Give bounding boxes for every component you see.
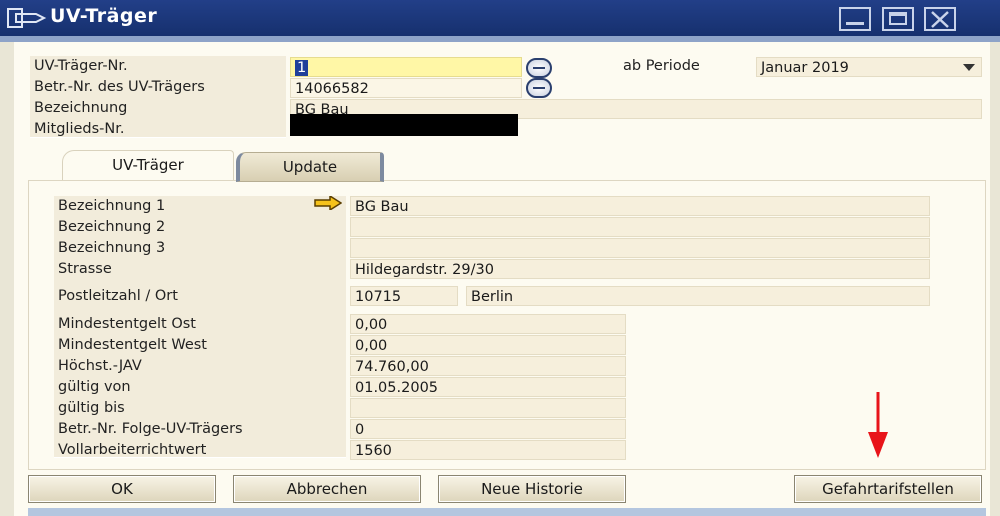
arrow-right-icon bbox=[314, 196, 342, 210]
gueltig-von-label: gültig von bbox=[58, 379, 131, 395]
mitglieds-redacted-field bbox=[290, 114, 518, 136]
tab-uv-traeger[interactable]: UV-Träger bbox=[62, 150, 234, 180]
ok-button[interactable]: OK bbox=[28, 475, 216, 503]
min-ost-label: Mindestentgelt Ost bbox=[58, 316, 196, 332]
window-title: UV-Träger bbox=[50, 5, 158, 27]
mitglieds-label: Mitglieds-Nr. bbox=[34, 121, 125, 137]
minimize-button[interactable] bbox=[839, 7, 871, 31]
window-app-icon bbox=[7, 8, 47, 28]
close-icon bbox=[931, 11, 949, 28]
uv-nr-label: UV-Träger-Nr. bbox=[34, 58, 128, 74]
vollarb-field[interactable]: 1560 bbox=[350, 440, 626, 460]
jav-field[interactable]: 74.760,00 bbox=[350, 356, 626, 376]
min-west-label: Mindestentgelt West bbox=[58, 337, 207, 353]
folge-label: Betr.-Nr. Folge-UV-Trägers bbox=[58, 421, 243, 437]
tab-update[interactable]: Update bbox=[236, 152, 384, 182]
min-ost-field[interactable]: 0,00 bbox=[350, 314, 626, 334]
ort-field[interactable]: Berlin bbox=[466, 286, 930, 306]
periode-select[interactable]: Januar 2019 bbox=[756, 57, 982, 77]
gueltig-bis-field[interactable] bbox=[350, 398, 626, 418]
red-arrow-annotation bbox=[868, 392, 888, 458]
gefahrtarifstellen-button[interactable]: Gefahrtarifstellen bbox=[794, 475, 982, 503]
close-button[interactable] bbox=[924, 7, 956, 31]
new-history-button[interactable]: Neue Historie bbox=[438, 475, 626, 503]
bez2-label: Bezeichnung 2 bbox=[58, 219, 166, 235]
bez1-label: Bezeichnung 1 bbox=[58, 198, 166, 214]
betr-nr-field[interactable]: 14066582 bbox=[290, 78, 522, 98]
title-strip bbox=[0, 36, 1000, 42]
window-frame-left bbox=[0, 42, 14, 516]
min-west-field[interactable]: 0,00 bbox=[350, 335, 626, 355]
plz-label: Postleitzahl / Ort bbox=[58, 288, 178, 304]
maximize-button[interactable] bbox=[882, 7, 914, 31]
status-bar bbox=[28, 508, 986, 516]
title-bar: UV-Träger bbox=[0, 0, 1000, 36]
cancel-button[interactable]: Abbrechen bbox=[233, 475, 421, 503]
plz-field[interactable]: 10715 bbox=[350, 286, 458, 306]
chevron-down-icon bbox=[963, 64, 975, 71]
folge-field[interactable]: 0 bbox=[350, 419, 626, 439]
bez3-label: Bezeichnung 3 bbox=[58, 240, 166, 256]
betr-nr-label: Betr.-Nr. des UV-Trägers bbox=[34, 79, 205, 95]
vollarb-label: Vollarbeiterrichtwert bbox=[58, 442, 207, 458]
uv-nr-lookup-button[interactable] bbox=[526, 58, 552, 78]
betr-nr-lookup-button[interactable] bbox=[526, 78, 552, 98]
gueltig-bis-label: gültig bis bbox=[58, 400, 125, 416]
jav-label: Höchst.-JAV bbox=[58, 358, 142, 374]
periode-label: ab Periode bbox=[623, 58, 700, 74]
bezeichnung-label: Bezeichnung bbox=[34, 100, 128, 116]
window-frame-right bbox=[990, 42, 1000, 516]
bez1-field[interactable]: BG Bau bbox=[350, 196, 930, 216]
bez2-field[interactable] bbox=[350, 217, 930, 237]
strasse-field[interactable]: Hildegardstr. 29/30 bbox=[350, 259, 930, 279]
strasse-label: Strasse bbox=[58, 261, 112, 277]
bez3-field[interactable] bbox=[350, 238, 930, 258]
gueltig-von-field[interactable]: 01.05.2005 bbox=[350, 377, 626, 397]
uv-nr-input[interactable]: 1 bbox=[290, 57, 522, 77]
